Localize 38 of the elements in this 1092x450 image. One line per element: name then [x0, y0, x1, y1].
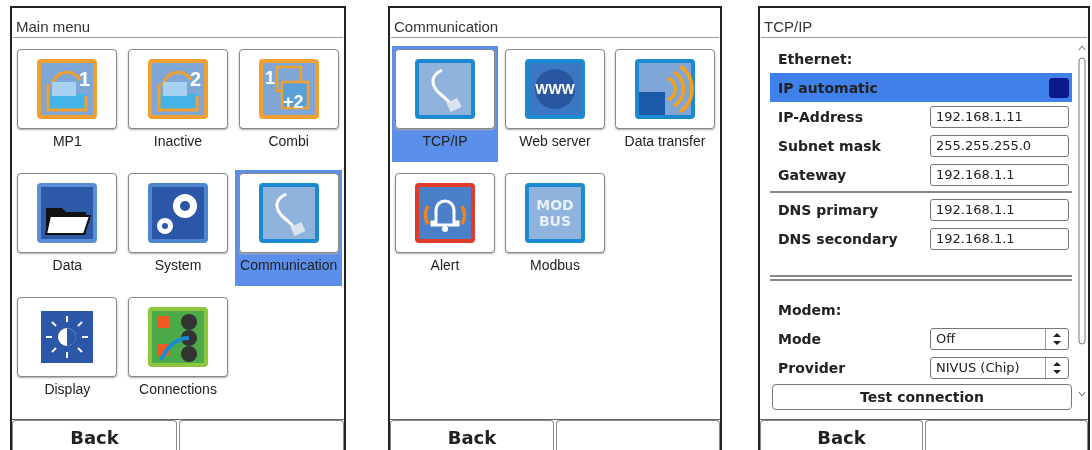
back-button[interactable]: Back [390, 420, 554, 450]
menu-tile[interactable]: Communication [235, 170, 342, 286]
soft-key[interactable] [179, 420, 344, 450]
bell-icon [412, 180, 478, 246]
toggle-row[interactable]: IP automatic [770, 73, 1072, 102]
input-field[interactable]: 192.168.1.1 [930, 198, 1069, 221]
screen-title: Communication [391, 8, 719, 38]
modbus-icon: MOD BUS [522, 180, 588, 246]
tank-icon: 2 [145, 56, 211, 122]
field-label: Mode [778, 330, 823, 347]
terminal-icon [145, 304, 211, 370]
globe-icon: WWW [522, 56, 588, 122]
screen-title: TCP/IP [761, 8, 1087, 38]
input-field[interactable]: 192.168.1.11 [930, 105, 1069, 128]
section-label: Ethernet: [778, 50, 854, 67]
field-label: Gateway [778, 166, 848, 183]
field-label: Provider [778, 359, 847, 376]
soft-key[interactable] [556, 420, 720, 450]
soft-key[interactable] [925, 420, 1088, 450]
section-label: Modem: [778, 301, 843, 318]
dropdown[interactable]: NIVUS (Chip) [930, 356, 1069, 379]
checkbox[interactable] [1049, 77, 1069, 98]
field-label: IP-Address [778, 108, 864, 125]
menu-tile[interactable]: TCP/IP [392, 46, 498, 162]
dropdown[interactable]: Off [930, 327, 1069, 350]
gears-icon [145, 180, 211, 246]
input-field[interactable]: 192.168.1.1 [930, 163, 1069, 186]
field-label: DNS secondary [778, 230, 899, 247]
field-label: DNS primary [778, 201, 880, 218]
field-label: Subnet mask [778, 137, 882, 154]
test-button[interactable]: Test connection [772, 383, 1072, 410]
input-field[interactable]: 255.255.255.0 [930, 134, 1069, 157]
back-button[interactable]: Back [12, 420, 177, 450]
screen-title: Main menu [13, 8, 343, 38]
back-button[interactable]: Back [760, 420, 923, 450]
cable-icon [412, 56, 478, 122]
input-field[interactable]: 192.168.1.1 [930, 227, 1069, 250]
signal-icon [632, 56, 698, 122]
